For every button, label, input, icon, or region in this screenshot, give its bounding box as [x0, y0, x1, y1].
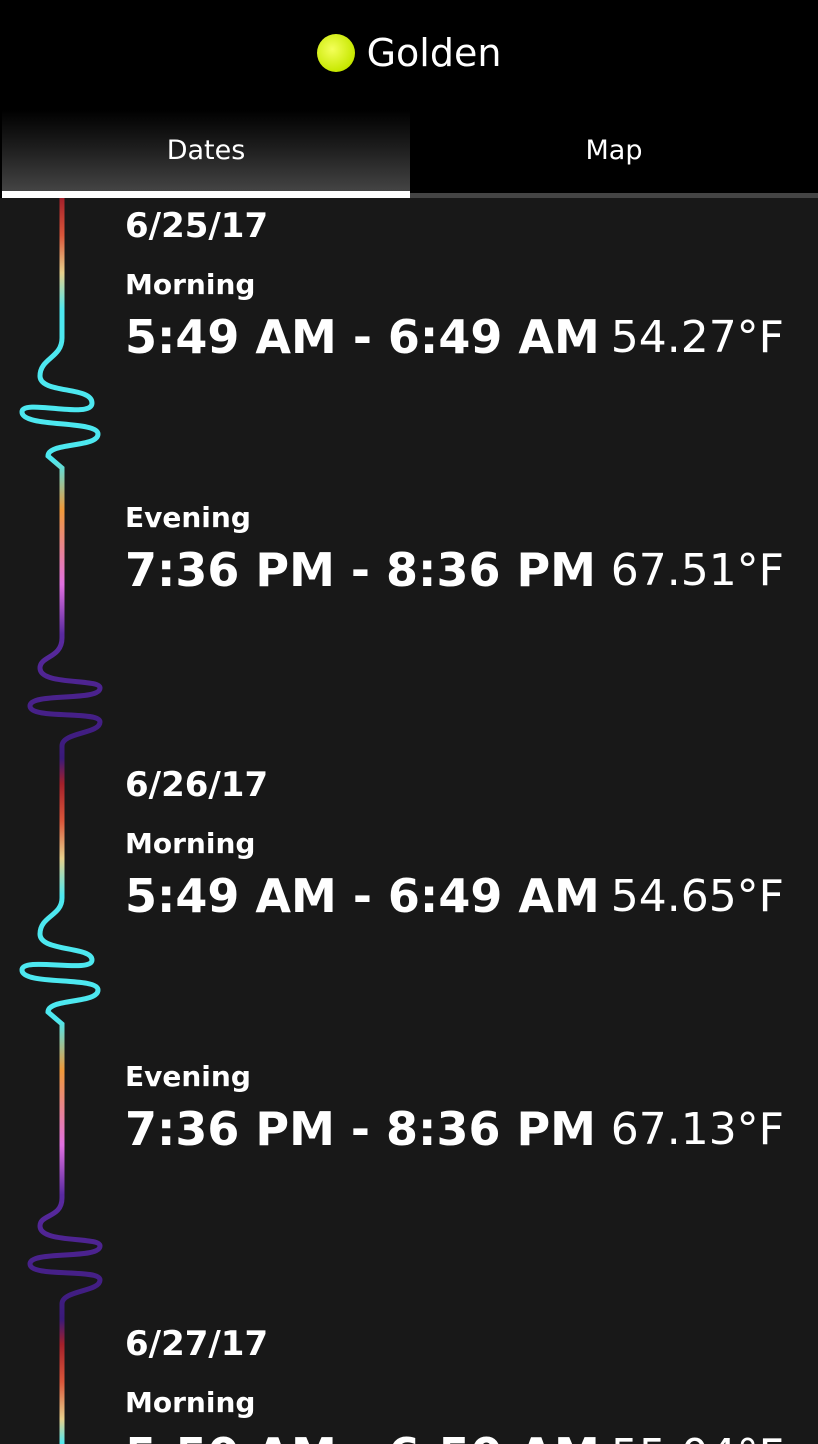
- sun-icon: [316, 34, 355, 72]
- temperature: 54.27°F: [610, 312, 784, 363]
- tab-map[interactable]: Map: [410, 110, 818, 198]
- time-range: 5:49 AM - 6:49 AM: [125, 310, 600, 364]
- time-range: 5:49 AM - 6:49 AM: [125, 869, 600, 923]
- temperature: 67.51°F: [610, 545, 784, 596]
- dates-list[interactable]: 6/25/17 Morning 5:49 AM - 6:49 AM 54.27°…: [0, 198, 818, 1444]
- temperature: 55.04°F: [611, 1430, 784, 1444]
- title-bar: Golden: [0, 18, 818, 88]
- period-label: Evening: [125, 1060, 251, 1093]
- period-label: Morning: [125, 827, 256, 860]
- time-range: 5:50 AM - 6:50 AM: [125, 1428, 600, 1444]
- temperature: 54.65°F: [610, 871, 784, 922]
- date-heading: 6/27/17: [125, 1324, 269, 1364]
- period-label: Morning: [125, 268, 256, 301]
- time-range: 7:36 PM - 8:36 PM: [125, 1102, 596, 1156]
- date-heading: 6/25/17: [125, 206, 269, 246]
- wave-line: [19, 198, 103, 1444]
- page-title: Golden: [366, 31, 502, 75]
- time-range: 7:36 PM - 8:36 PM: [125, 543, 596, 597]
- date-heading: 6/26/17: [125, 765, 269, 805]
- period-label: Morning: [125, 1386, 256, 1419]
- temperature: 67.13°F: [610, 1104, 784, 1155]
- app-header: Golden Dates Map: [0, 0, 818, 198]
- golden-hour-wave-graphic: [19, 198, 103, 1444]
- tab-dates[interactable]: Dates: [2, 110, 410, 198]
- period-label: Evening: [125, 501, 251, 534]
- tab-bar: Dates Map: [2, 110, 818, 198]
